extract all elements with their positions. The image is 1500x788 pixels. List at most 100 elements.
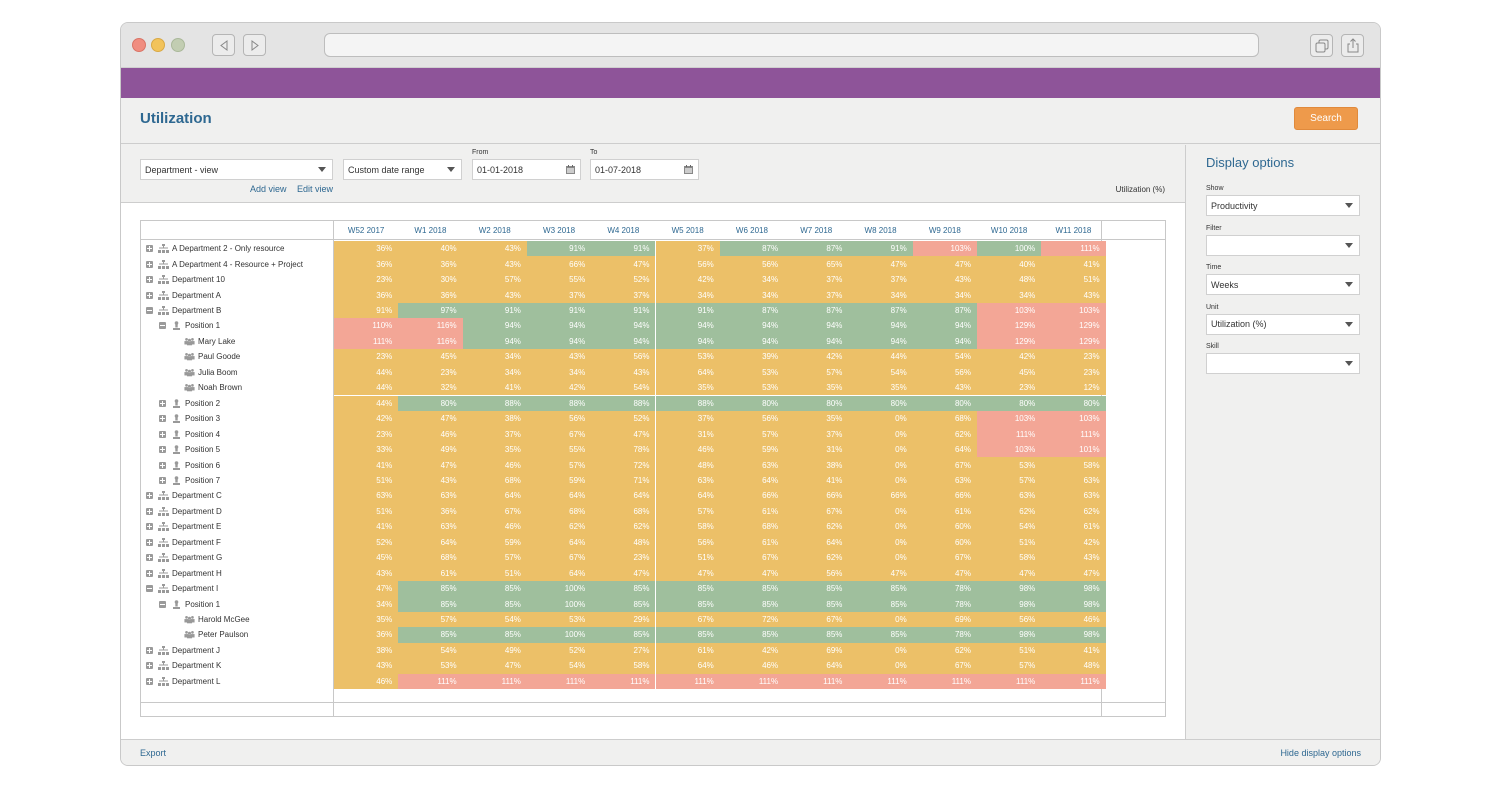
utilization-cell[interactable]: 88% — [591, 395, 656, 411]
table-row[interactable]: Position 1 34% 85% 85% 100% 85% 85% 85% 85% 85% 78… — [141, 596, 1106, 612]
table-row[interactable]: Position 5 33% 49% 35% 55% 78% 46% 59% 31% 0% 64% 1… — [141, 441, 1106, 458]
utilization-cell[interactable]: 62% — [591, 519, 656, 535]
utilization-cell[interactable]: 46% — [462, 457, 527, 473]
utilization-cell[interactable]: 129% — [1041, 333, 1106, 350]
utilization-cell[interactable]: 35% — [655, 380, 720, 396]
expand-icon[interactable] — [146, 507, 153, 515]
utilization-cell[interactable]: 41% — [1041, 642, 1106, 659]
utilization-cell[interactable]: 0% — [848, 503, 913, 520]
close-window-button[interactable] — [132, 38, 146, 52]
utilization-cell[interactable]: 94% — [719, 318, 785, 334]
utilization-cell[interactable]: 30% — [398, 271, 463, 288]
utilization-cell[interactable]: 31% — [655, 426, 720, 442]
table-row[interactable]: Department B 91% 97% 91% 91% 91% 91% 87% 87% 87% 8… — [141, 302, 1106, 319]
utilization-cell[interactable]: 34% — [462, 364, 527, 381]
option-select-show[interactable]: Productivity — [1206, 195, 1360, 216]
utilization-cell[interactable]: 85% — [655, 580, 720, 597]
utilization-cell[interactable]: 54% — [462, 611, 527, 628]
utilization-cell[interactable]: 40% — [977, 256, 1042, 272]
utilization-cell[interactable]: 0% — [848, 426, 913, 442]
utilization-cell[interactable]: 91% — [848, 241, 913, 257]
collapse-icon[interactable] — [146, 585, 153, 593]
utilization-cell[interactable]: 56% — [719, 410, 785, 427]
utilization-cell[interactable]: 0% — [848, 441, 913, 458]
utilization-cell[interactable]: 43% — [912, 380, 977, 396]
utilization-cell[interactable]: 61% — [1041, 519, 1106, 535]
utilization-cell[interactable]: 85% — [462, 627, 527, 643]
utilization-cell[interactable]: 67% — [912, 658, 977, 674]
utilization-cell[interactable]: 85% — [655, 596, 720, 612]
utilization-cell[interactable]: 85% — [591, 596, 656, 612]
utilization-cell[interactable]: 69% — [784, 642, 849, 659]
table-row[interactable]: Department E 41% 63% 46% 62% 62% 58% 68% 62% 0% 60… — [141, 519, 1106, 535]
utilization-cell[interactable]: 46% — [655, 441, 720, 458]
hide-display-options-link[interactable]: Hide display options — [1280, 748, 1361, 758]
utilization-cell[interactable]: 52% — [591, 410, 656, 427]
utilization-cell[interactable]: 59% — [462, 534, 527, 550]
utilization-cell[interactable]: 98% — [977, 580, 1042, 597]
option-select-skill[interactable] — [1206, 353, 1360, 374]
utilization-cell[interactable]: 85% — [719, 596, 785, 612]
utilization-cell[interactable]: 88% — [655, 395, 720, 411]
utilization-cell[interactable]: 103% — [977, 441, 1042, 458]
table-row[interactable]: Position 7 51% 43% 68% 59% 71% 63% 64% 41% 0% 63% 5… — [141, 472, 1106, 489]
utilization-cell[interactable]: 103% — [912, 241, 977, 257]
utilization-cell[interactable]: 85% — [848, 580, 913, 597]
utilization-cell[interactable]: 43% — [462, 241, 527, 257]
utilization-cell[interactable]: 91% — [526, 241, 592, 257]
utilization-cell[interactable]: 33% — [334, 441, 399, 458]
utilization-cell[interactable]: 34% — [334, 596, 399, 612]
utilization-cell[interactable]: 87% — [719, 241, 785, 257]
expand-icon[interactable] — [159, 415, 166, 423]
utilization-cell[interactable]: 46% — [719, 658, 785, 674]
expand-icon[interactable] — [146, 276, 153, 284]
utilization-cell[interactable]: 54% — [591, 380, 656, 396]
utilization-cell[interactable]: 57% — [462, 271, 527, 288]
export-link[interactable]: Export — [140, 748, 166, 758]
utilization-cell[interactable]: 53% — [526, 611, 592, 628]
utilization-cell[interactable]: 36% — [334, 287, 399, 303]
utilization-cell[interactable]: 47% — [719, 565, 785, 581]
utilization-cell[interactable]: 47% — [848, 256, 913, 272]
utilization-cell[interactable]: 91% — [526, 302, 592, 319]
utilization-cell[interactable]: 80% — [784, 395, 849, 411]
utilization-cell[interactable]: 66% — [719, 488, 785, 504]
utilization-cell[interactable]: 23% — [1041, 364, 1106, 381]
utilization-cell[interactable]: 51% — [655, 550, 720, 566]
table-row[interactable]: Department L 46% 111% 111% 111% 111% 111% 111% 1… — [141, 673, 1106, 690]
utilization-cell[interactable]: 64% — [526, 565, 592, 581]
utilization-cell[interactable]: 111% — [526, 673, 592, 690]
utilization-cell[interactable]: 36% — [398, 256, 463, 272]
utilization-cell[interactable]: 0% — [848, 410, 913, 427]
utilization-cell[interactable]: 34% — [719, 271, 785, 288]
utilization-cell[interactable]: 0% — [848, 472, 913, 489]
utilization-cell[interactable]: 94% — [784, 318, 849, 334]
table-row[interactable]: Position 4 23% 46% 37% 67% 47% 31% 57% 37% 0% 62% 1… — [141, 426, 1106, 442]
search-button[interactable]: Search — [1294, 107, 1358, 130]
utilization-cell[interactable]: 87% — [719, 302, 785, 319]
utilization-cell[interactable]: 37% — [848, 271, 913, 288]
utilization-cell[interactable]: 45% — [977, 364, 1042, 381]
utilization-cell[interactable]: 23% — [334, 271, 399, 288]
table-row[interactable]: Position 3 42% 47% 38% 56% 52% 37% 56% 35% 0% 68% 1… — [141, 410, 1106, 427]
utilization-cell[interactable]: 36% — [398, 287, 463, 303]
utilization-cell[interactable]: 68% — [719, 519, 785, 535]
utilization-cell[interactable]: 44% — [334, 380, 399, 396]
expand-icon[interactable] — [146, 260, 153, 268]
utilization-cell[interactable]: 111% — [1041, 426, 1106, 442]
utilization-cell[interactable]: 85% — [848, 596, 913, 612]
expand-icon[interactable] — [146, 291, 153, 299]
utilization-cell[interactable]: 116% — [398, 318, 463, 334]
utilization-cell[interactable]: 64% — [655, 658, 720, 674]
table-row[interactable]: Julia Boom 44% 23% 34% 34% 43% 64% 53% 57% 54% 56%… — [141, 364, 1106, 381]
utilization-cell[interactable]: 43% — [334, 658, 399, 674]
utilization-cell[interactable]: 63% — [977, 488, 1042, 504]
utilization-cell[interactable]: 48% — [591, 534, 656, 550]
utilization-cell[interactable]: 98% — [977, 627, 1042, 643]
utilization-cell[interactable]: 94% — [655, 318, 720, 334]
utilization-cell[interactable]: 103% — [977, 302, 1042, 319]
utilization-cell[interactable]: 62% — [784, 550, 849, 566]
utilization-cell[interactable]: 78% — [912, 627, 977, 643]
utilization-cell[interactable]: 57% — [719, 426, 785, 442]
utilization-cell[interactable]: 64% — [784, 534, 849, 550]
